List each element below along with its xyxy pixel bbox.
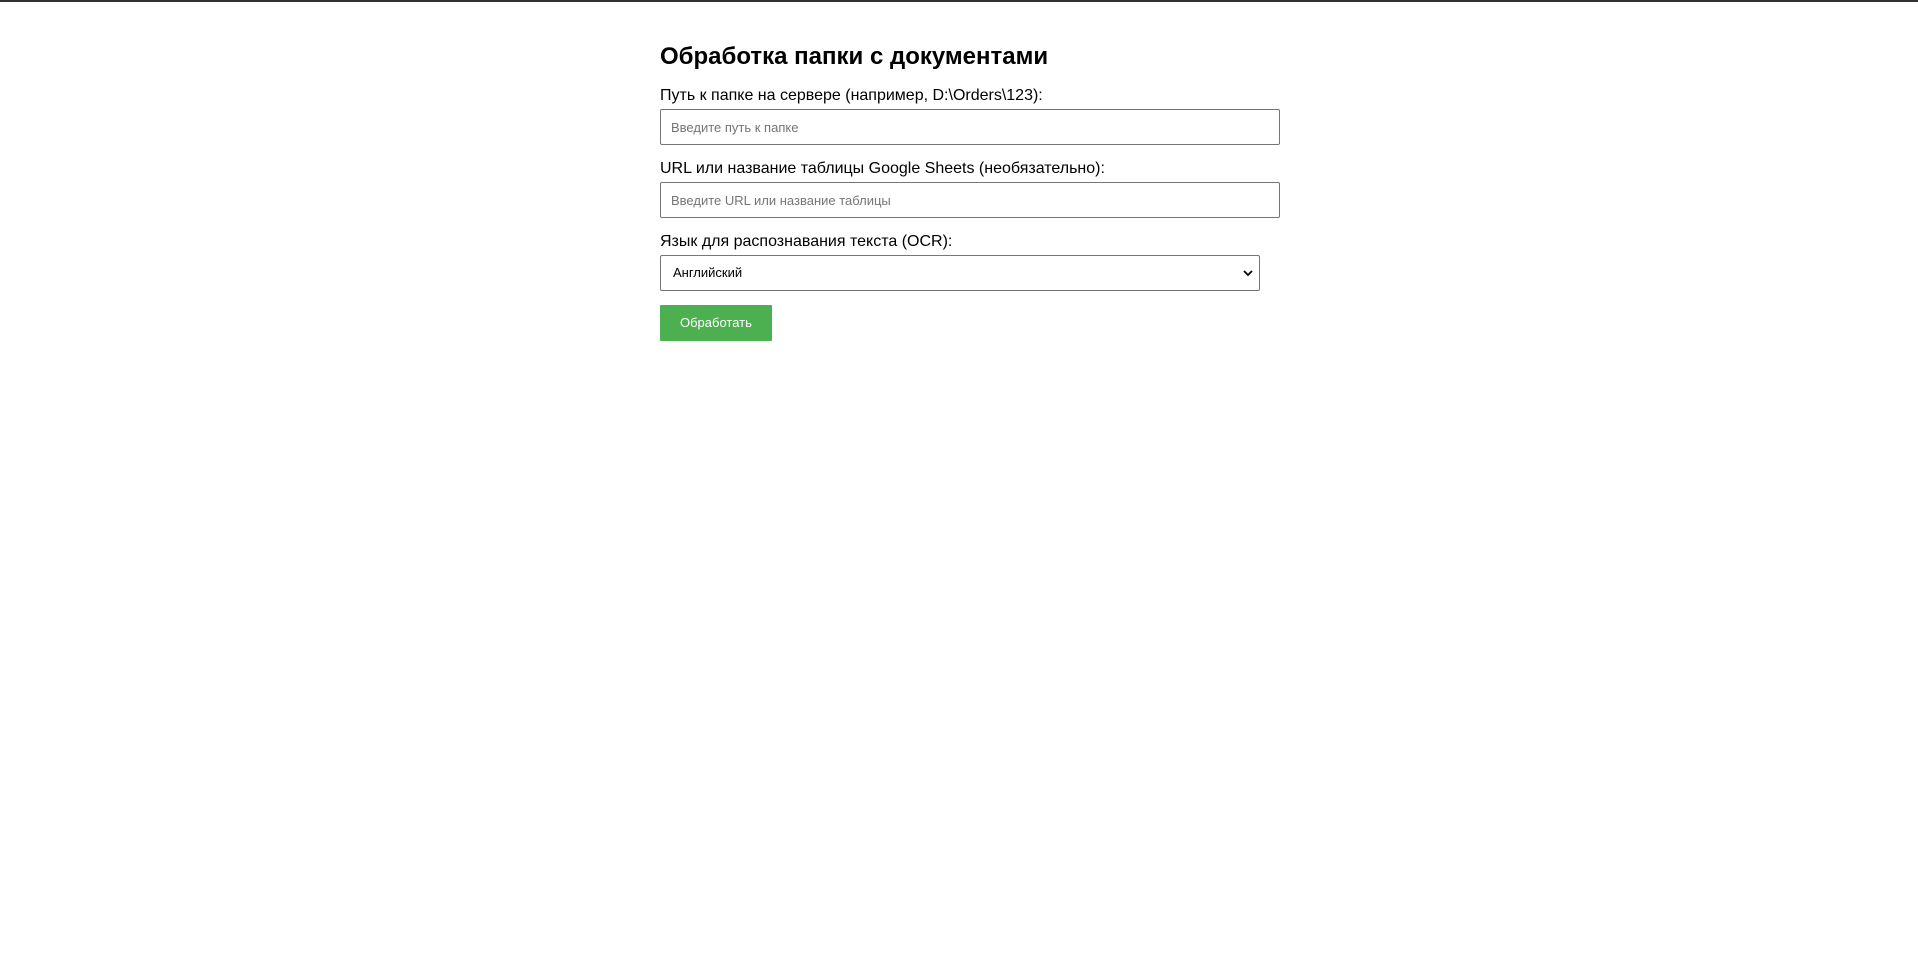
sheet-url-input[interactable] [660, 182, 1280, 218]
page-title: Обработка папки с документами [660, 43, 1049, 70]
process-button[interactable]: Обработать [660, 305, 772, 341]
ocr-language-label: Язык для распознавания текста (OCR): [660, 233, 953, 250]
ocr-language-select[interactable]: Английский [660, 255, 1260, 291]
folder-processing-form: Обработка папки с документами Путь к пап… [660, 2, 1280, 341]
folder-path-input[interactable] [660, 109, 1280, 145]
ocr-language-selected: Английский [673, 265, 743, 280]
folder-path-label: Путь к папке на сервере (например, D:\Or… [660, 87, 1043, 104]
chevron-down-icon [1243, 270, 1253, 277]
sheet-url-label: URL или название таблицы Google Sheets (… [660, 160, 1105, 177]
